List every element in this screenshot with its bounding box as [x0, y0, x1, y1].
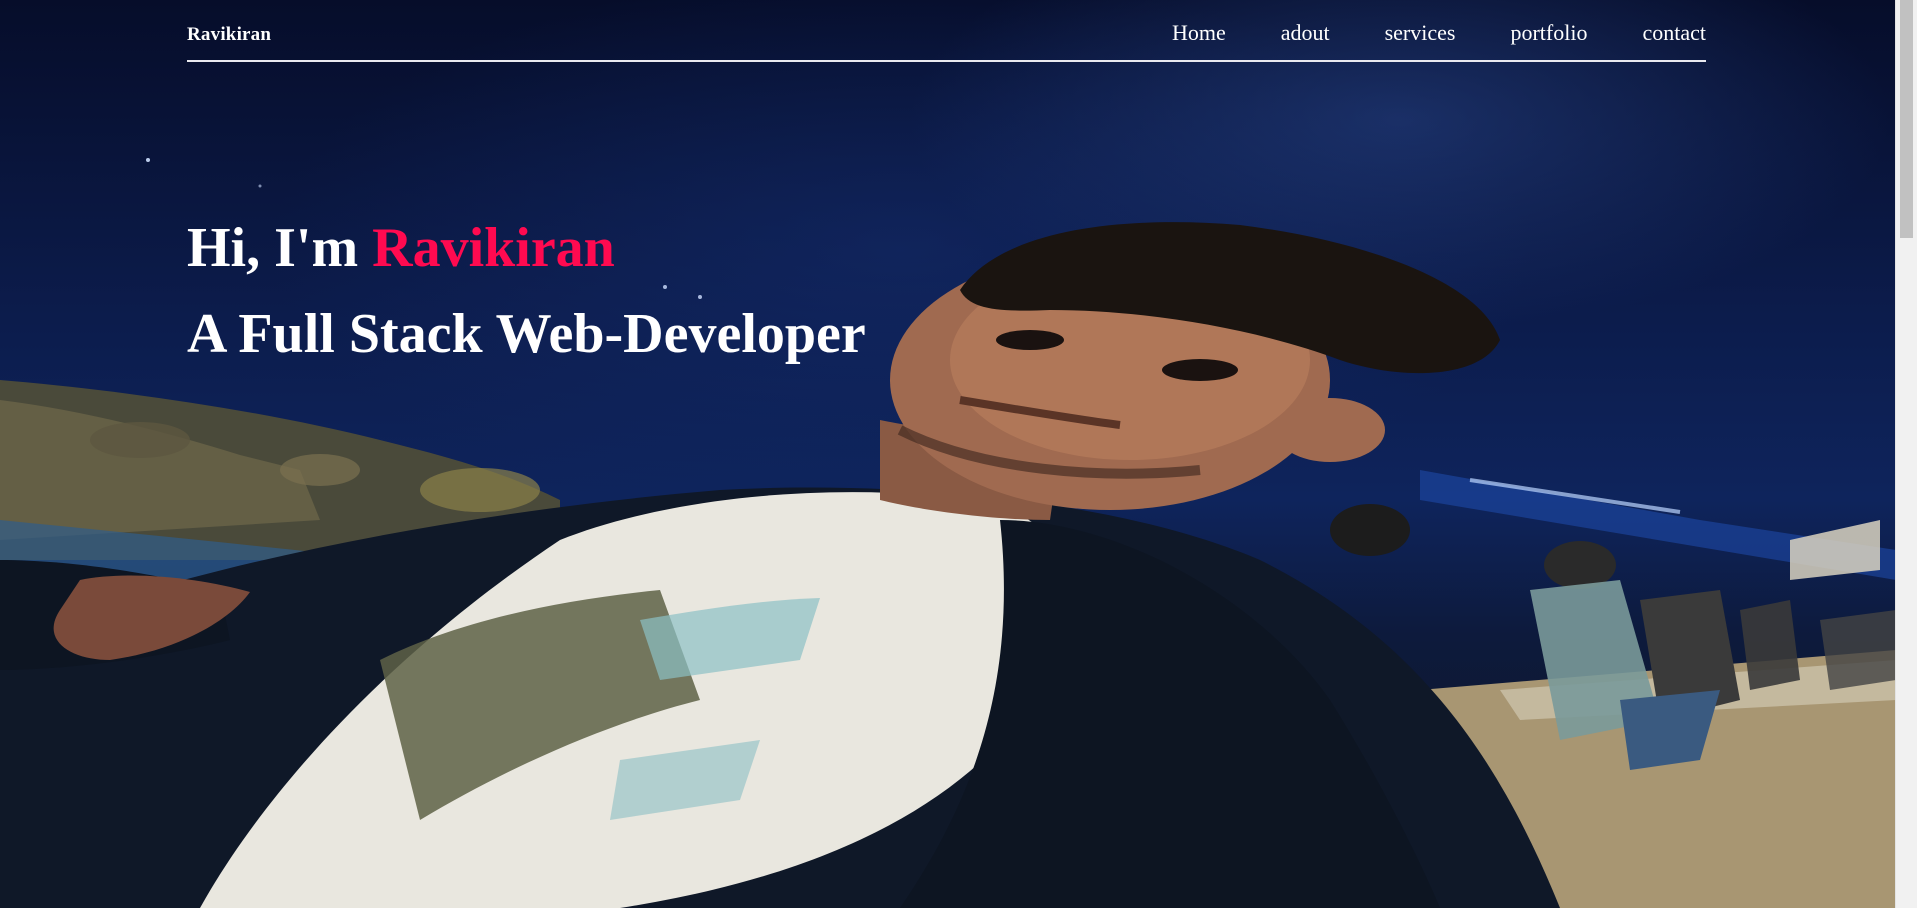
hero-subtitle: A Full Stack Web-Developer: [187, 303, 866, 365]
scrollbar-thumb[interactable]: [1900, 0, 1913, 238]
page-scrollbar[interactable]: [1895, 0, 1917, 908]
brand-logo-link[interactable]: Ravikiran: [187, 24, 271, 46]
nav-link-contact[interactable]: contact: [1587, 20, 1706, 46]
hero-background-photo: [0, 0, 1896, 908]
nav-item-home: Home: [1172, 20, 1226, 46]
hero-greeting: Hi, I'm: [187, 217, 373, 279]
hero-photo-illustration: [0, 158, 1896, 908]
nav-links: Home adout services portfolio contact: [1172, 20, 1706, 46]
nav-item-contact: contact: [1587, 20, 1706, 46]
hero-heading: Hi, I'm Ravikiran: [187, 212, 866, 284]
nav-link-about[interactable]: adout: [1226, 20, 1330, 46]
nav-link-portfolio[interactable]: portfolio: [1455, 20, 1587, 46]
nav-item-portfolio: portfolio: [1455, 20, 1587, 46]
nav-link-services[interactable]: services: [1330, 20, 1456, 46]
navbar: Ravikiran Home adout services portfolio …: [187, 0, 1706, 62]
nav-item-services: services: [1330, 20, 1456, 46]
hero-name: Ravikiran: [372, 217, 615, 279]
nav-item-about: adout: [1226, 20, 1330, 46]
nav-link-home[interactable]: Home: [1172, 20, 1226, 46]
hero-text: Hi, I'm Ravikiran A Full Stack Web-Devel…: [187, 212, 866, 370]
